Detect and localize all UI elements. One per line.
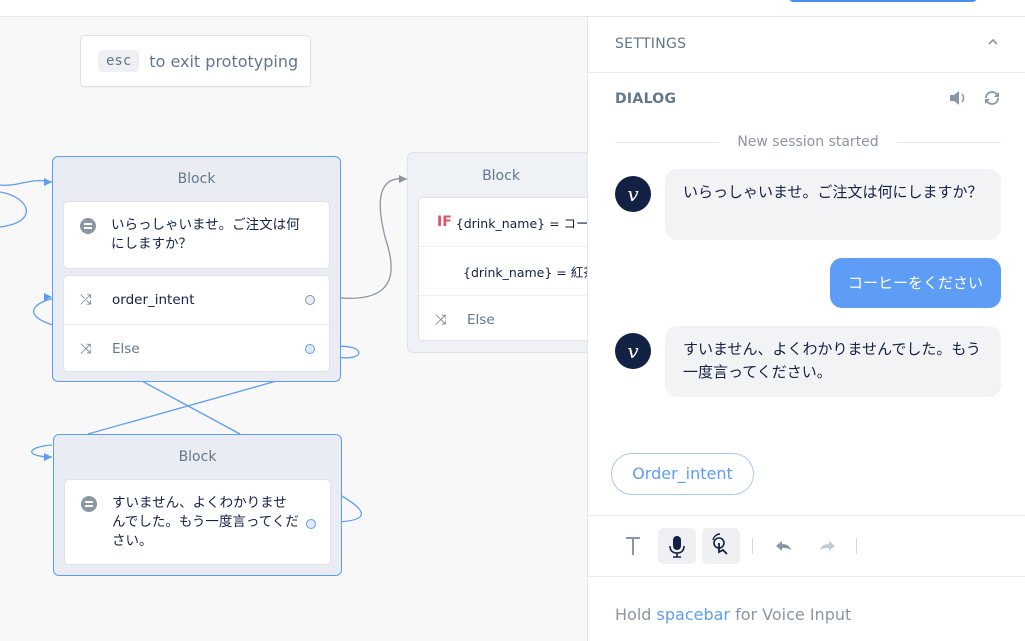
mic-button[interactable] xyxy=(658,528,696,564)
fallback-block[interactable]: Block すいません、よくわかりませんでした。もう一度言ってください。 xyxy=(53,434,342,576)
session-text: New session started xyxy=(737,134,879,150)
else-row[interactable]: ⤨ Else xyxy=(64,324,329,373)
intent-label: order_intent xyxy=(112,292,195,308)
speak-icon xyxy=(81,496,97,512)
divider-line xyxy=(896,141,1001,143)
top-action-button[interactable] xyxy=(788,0,978,2)
condition-row-2[interactable]: {drink_name} = 紅茶 xyxy=(419,246,587,295)
if-label: IF xyxy=(437,214,452,230)
else-icon: ⤨ xyxy=(80,341,92,357)
touch-icon xyxy=(712,533,728,555)
choice-step[interactable]: ⤮ order_intent ⤨ Else xyxy=(63,275,330,372)
voice-hint-suffix: for Voice Input xyxy=(730,605,852,624)
input-toolbar xyxy=(588,515,1025,577)
else-icon: ⤨ xyxy=(435,312,447,328)
else-label: Else xyxy=(112,341,140,357)
toolbar-separator xyxy=(752,538,753,554)
prototype-canvas[interactable]: esc to exit prototyping Block いらっしゃいませ。ご… xyxy=(0,17,587,641)
dialog-title: DIALOG xyxy=(615,91,677,107)
session-divider: New session started xyxy=(615,132,1001,152)
bot-message: すいません、よくわかりませんでした。もう一度言ってください。 xyxy=(665,326,1001,397)
reset-icon[interactable] xyxy=(982,89,1002,107)
touch-button[interactable] xyxy=(702,528,740,564)
sound-icon[interactable] xyxy=(948,89,968,107)
divider-line xyxy=(615,141,720,143)
condition-else-row[interactable]: ⤨ Else xyxy=(419,295,587,344)
speak-step[interactable]: いらっしゃいませ。ご注文は何にしますか？ xyxy=(63,201,330,269)
voice-hint-prefix: Hold xyxy=(615,605,657,624)
intent-chip[interactable]: Order_intent xyxy=(611,453,754,495)
condition-1: {drink_name} = コー xyxy=(455,215,587,231)
settings-header[interactable]: SETTINGS xyxy=(588,17,1025,73)
block-title: Block xyxy=(178,449,217,465)
intent-row[interactable]: ⤮ order_intent xyxy=(64,276,329,324)
exit-prototype-hint: esc to exit prototyping xyxy=(80,35,311,87)
else-port[interactable] xyxy=(305,344,315,354)
speak-text: すいません、よくわかりませんでした。もう一度言ってください。 xyxy=(112,495,299,549)
intent-port[interactable] xyxy=(305,295,315,305)
start-block[interactable]: Block いらっしゃいませ。ご注文は何にしますか？ ⤮ order_inten… xyxy=(52,156,341,382)
chevron-up-icon[interactable] xyxy=(988,37,998,47)
block-title: Block xyxy=(177,171,216,187)
speak-text: いらっしゃいませ。ご注文は何にしますか？ xyxy=(111,217,300,252)
condition-block[interactable]: Block IF {drink_name} = コー {drink_name} … xyxy=(407,152,587,353)
exit-hint-text: to exit prototyping xyxy=(149,51,299,71)
settings-title: SETTINGS xyxy=(615,36,687,52)
mic-icon xyxy=(669,536,685,558)
voice-input-hint: Hold spacebar for Voice Input xyxy=(615,605,851,624)
bot-avatar: v xyxy=(615,176,651,212)
undo-button[interactable] xyxy=(764,528,802,564)
block-title: Block xyxy=(482,168,520,184)
else-label: Else xyxy=(467,312,495,328)
speak-icon xyxy=(80,218,96,234)
fallback-speak-step[interactable]: すいません、よくわかりませんでした。もう一度言ってください。 xyxy=(64,479,331,565)
bot-message: いらっしゃいませ。ご注文は何にしますか？ xyxy=(665,169,1001,240)
fallback-port[interactable] xyxy=(306,519,316,529)
bot-avatar: v xyxy=(615,333,651,369)
redo-icon xyxy=(820,541,835,551)
esc-key: esc xyxy=(98,50,140,72)
condition-row-1[interactable]: IF {drink_name} = コー xyxy=(419,198,587,246)
text-input-button[interactable] xyxy=(614,528,652,564)
intent-icon: ⤮ xyxy=(80,292,92,308)
test-panel: SETTINGS DIALOG New session started v いら… xyxy=(587,17,1025,641)
condition-2: {drink_name} = 紅茶 xyxy=(463,264,587,280)
voice-hint-keyword: spacebar xyxy=(656,605,730,624)
text-icon xyxy=(626,537,640,555)
undo-icon xyxy=(776,541,791,551)
user-message: コーヒーをください xyxy=(829,258,1001,308)
if-step[interactable]: IF {drink_name} = コー {drink_name} = 紅茶 ⤨… xyxy=(418,197,587,341)
redo-button[interactable] xyxy=(808,528,846,564)
top-bar xyxy=(0,0,1025,17)
toolbar-separator xyxy=(856,538,857,554)
